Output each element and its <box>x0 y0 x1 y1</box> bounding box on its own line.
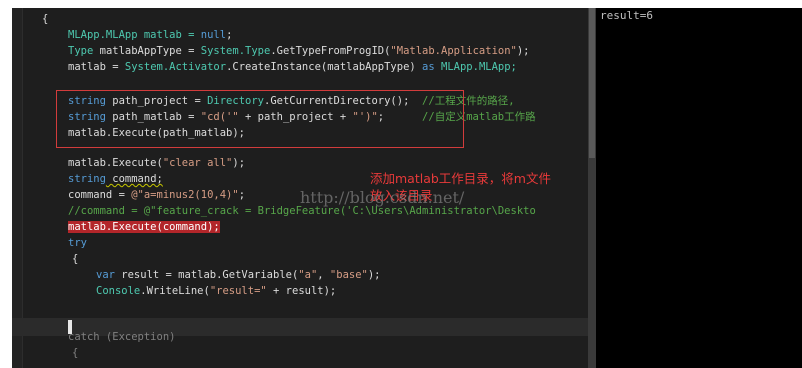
code-line: { <box>72 347 79 359</box>
code-line: { <box>42 13 49 25</box>
code-line: command = @"a=minus2(10,4)"; <box>68 189 246 201</box>
annotation-line-1: 添加matlab工作目录，将m文件 <box>370 171 551 186</box>
editor-gutter <box>12 8 23 368</box>
code-line: Type matlabAppType = System.Type.GetType… <box>68 45 530 57</box>
watermark: http://blog.csdn.net/ <box>300 188 465 207</box>
console-window[interactable]: result=6 <box>596 8 802 368</box>
code-line: catch (Exception) <box>68 331 176 343</box>
code-line: string command; <box>68 173 163 185</box>
code-line: matlab.Execute("clear all"); <box>68 157 246 169</box>
console-output: result=6 <box>600 9 653 22</box>
code-line: try <box>68 237 87 249</box>
code-line: MLApp.MLApp matlab = null; <box>68 29 233 41</box>
code-line: matlab.Execute(command); <box>68 221 220 233</box>
code-line: Console.WriteLine("result=" + result); <box>96 285 337 297</box>
code-line: { <box>72 253 79 265</box>
scrollbar-thumb[interactable] <box>589 8 595 158</box>
code-line: matlab = System.Activator.CreateInstance… <box>68 61 517 73</box>
annotation-highlight-box <box>56 90 464 148</box>
editor-vertical-scrollbar[interactable] <box>588 8 596 368</box>
code-line: var result = matlab.GetVariable("a", "ba… <box>96 269 381 281</box>
